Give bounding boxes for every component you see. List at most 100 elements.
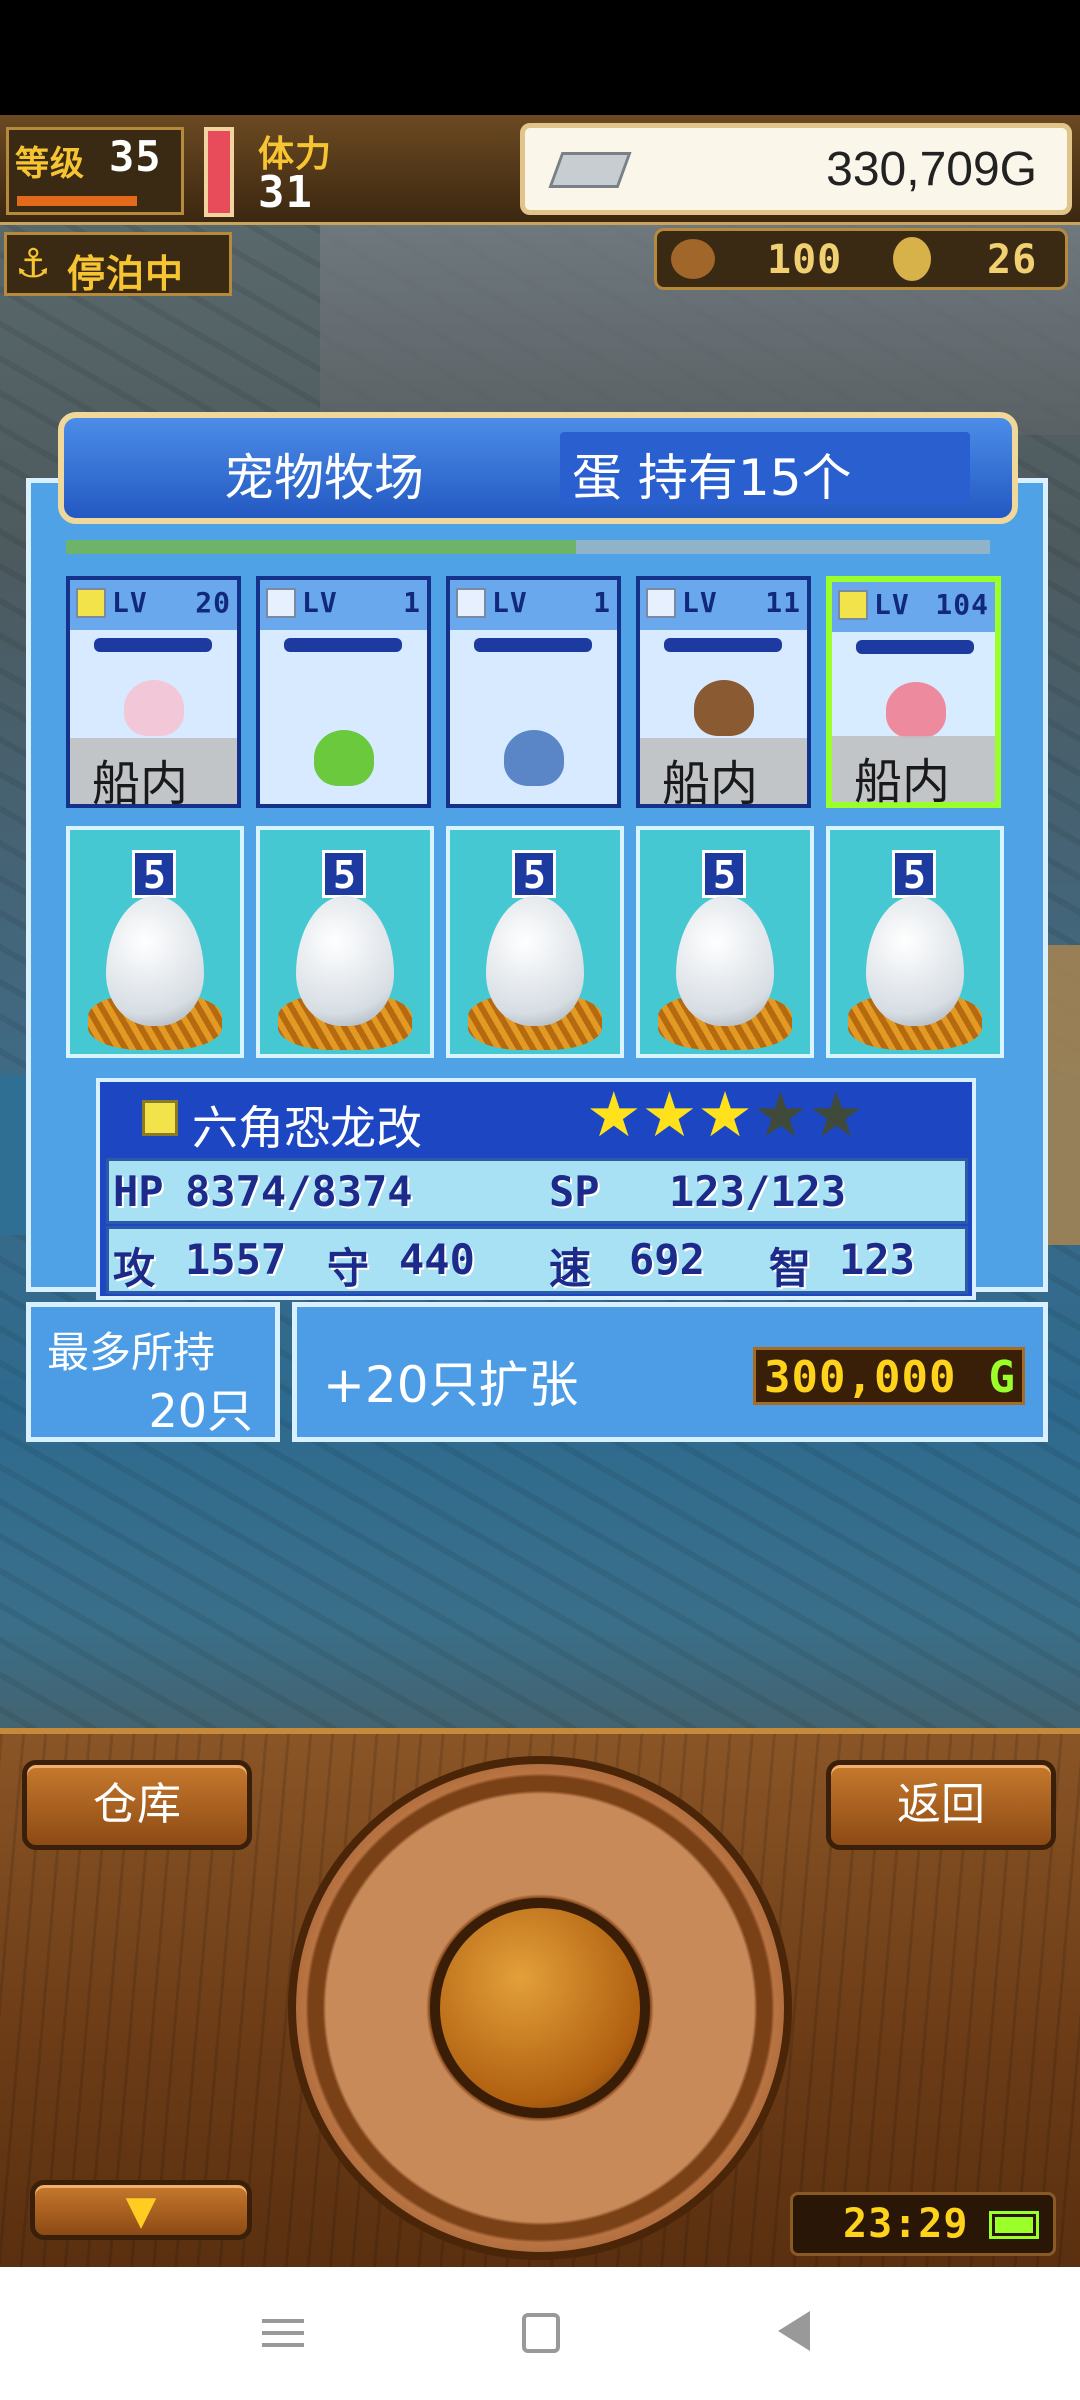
level-label: LV <box>682 586 718 619</box>
pet-slot-header: LV 104 <box>832 582 995 632</box>
pet-slot[interactable]: LV 11 船内 <box>636 576 811 812</box>
level-label: LV <box>874 588 910 621</box>
pet-exp-bar <box>474 638 592 652</box>
pet-level: 1 <box>593 586 611 619</box>
rarity-stars: ★★★★★ <box>586 1084 926 1154</box>
pet-slot[interactable]: LV 20 船内 <box>66 576 241 812</box>
egg-slot[interactable]: 5 <box>826 826 1004 1058</box>
star-empty-icon: ★ <box>808 1078 864 1151</box>
egg-icon <box>296 896 394 1026</box>
expand-price-box: 300,000 G <box>753 1347 1025 1405</box>
pet-location: 船内 <box>662 756 759 812</box>
element-icon <box>266 588 296 618</box>
egg-days-badge: 5 <box>512 850 556 898</box>
anchor-icon: ⚓ <box>15 241 51 287</box>
defense-value: 440 <box>399 1235 475 1284</box>
capacity-box: 最多所持 20只 <box>26 1302 280 1442</box>
pet-slot-header: LV 1 <box>260 580 427 630</box>
warehouse-button[interactable]: 仓库 <box>22 1760 252 1850</box>
intelligence-value: 123 <box>839 1235 915 1284</box>
pet-slot[interactable]: LV 1 <box>446 576 621 808</box>
silver-bar-icon <box>548 152 632 188</box>
pet-info-card: 六角恐龙改 ★★★★★ HP 8374/8374 SP 123/123 攻 15… <box>96 1078 976 1300</box>
pet-blue-turtle <box>504 730 564 786</box>
egg-slot[interactable]: 5 <box>636 826 814 1058</box>
pet-green-slime <box>314 730 374 786</box>
pet-slot[interactable]: LV 104 船内 <box>826 576 1001 810</box>
attack-label: 攻 <box>113 1244 156 1293</box>
element-icon <box>76 588 106 618</box>
back-nav-icon[interactable] <box>778 2311 810 2351</box>
pet-pink-rabbit <box>124 680 184 736</box>
status-bar <box>0 0 1080 115</box>
menu-toggle-button[interactable]: ▼ <box>30 2180 252 2240</box>
hp-label: HP <box>113 1167 164 1216</box>
egg-icon <box>866 896 964 1026</box>
pet-slot[interactable]: LV 1 <box>256 576 431 808</box>
egg-slot[interactable]: 5 <box>256 826 434 1058</box>
egg-days-badge: 5 <box>892 850 936 898</box>
stamina-value: 31 <box>258 167 313 218</box>
pet-exp-bar <box>664 638 782 652</box>
egg-days-badge: 5 <box>132 850 176 898</box>
back-button[interactable]: 返回 <box>826 1760 1056 1850</box>
sp-value: 123/123 <box>669 1167 847 1216</box>
egg-slot[interactable]: 5 <box>66 826 244 1058</box>
pet-exp-bar <box>94 638 212 652</box>
pet-pink-axolotl <box>886 682 946 738</box>
home-icon[interactable] <box>522 2313 560 2353</box>
level-label: LV <box>112 586 148 619</box>
star-filled-icon: ★ <box>697 1078 753 1151</box>
element-icon <box>838 590 868 620</box>
gold-box: 330,709G <box>520 123 1072 215</box>
pet-level: 104 <box>935 588 989 621</box>
level-value: 35 <box>109 132 162 181</box>
clock-box: 23:29 <box>790 2192 1056 2256</box>
level-label: 等级 <box>15 144 85 184</box>
attack-value: 1557 <box>185 1235 287 1284</box>
battery-icon <box>989 2211 1039 2239</box>
location-badge: 船内 <box>70 738 237 812</box>
pet-exp-bar <box>284 638 402 652</box>
defense-label: 守 <box>327 1244 370 1293</box>
pet-level: 1 <box>403 586 421 619</box>
panel-header: 宠物牧场 蛋 持有15个 <box>58 412 1018 524</box>
hp-value: 8374/8374 <box>185 1167 413 1216</box>
star-filled-icon: ★ <box>641 1078 698 1151</box>
scroll-track[interactable] <box>66 540 990 554</box>
egg-icon <box>676 896 774 1026</box>
level-box: 等级 35 <box>6 127 184 215</box>
pet-location: 船内 <box>854 754 951 810</box>
egg-icon <box>486 896 584 1026</box>
expand-button[interactable]: +20只扩张 300,000 G <box>292 1302 1048 1442</box>
pet-level: 11 <box>765 586 801 619</box>
clock: 23:29 <box>843 2201 969 2247</box>
dpad-center-button[interactable] <box>430 1898 650 2118</box>
star-filled-icon: ★ <box>586 1078 642 1151</box>
pet-exp-bar <box>856 640 974 654</box>
dpad[interactable] <box>288 1756 792 2260</box>
hud-bar: 等级 35 体力 31 330,709G <box>0 115 1080 225</box>
egg-days: 5 <box>523 853 547 897</box>
control-panel: 仓库 返回 ▼ 23:29 <box>0 1728 1080 2267</box>
stamina-gauge <box>204 127 234 217</box>
scroll-thumb[interactable] <box>66 540 576 554</box>
system-nav-bar <box>0 2267 1080 2400</box>
star-empty-icon: ★ <box>752 1078 809 1151</box>
pet-slot-header: LV 20 <box>70 580 237 630</box>
wood-count: 100 <box>767 237 843 283</box>
resource-box: 100 26 <box>654 228 1068 290</box>
exp-bar <box>17 196 137 206</box>
pet-type-icon <box>142 1100 178 1136</box>
arrow-down-icon: ▼ <box>125 2188 157 2234</box>
egg-days: 5 <box>143 853 167 897</box>
element-icon <box>456 588 486 618</box>
location-badge: 船内 <box>832 736 995 810</box>
location-badge: 船内 <box>640 738 807 812</box>
page-title: 宠物牧场 <box>224 449 424 507</box>
pet-slot-header: LV 1 <box>450 580 617 630</box>
pet-location: 船内 <box>92 756 189 812</box>
coin-count: 26 <box>987 237 1038 283</box>
egg-slot[interactable]: 5 <box>446 826 624 1058</box>
menu-icon[interactable] <box>262 2311 304 2355</box>
